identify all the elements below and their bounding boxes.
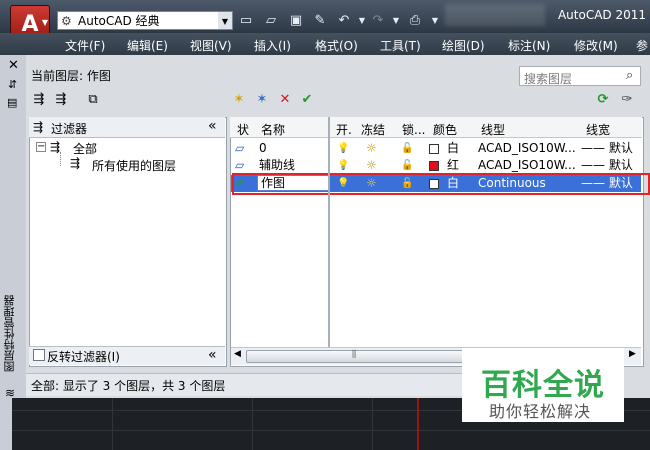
menu-tools[interactable]: 工具(T) [380,37,421,54]
col-freeze[interactable]: 冻结 [361,121,385,138]
color-swatch[interactable] [429,143,439,154]
layer-status-icon: ▱ [235,158,245,172]
unlock-icon[interactable]: 🔓 [401,157,413,174]
chevron-down-icon[interactable]: ▼ [426,12,444,29]
layer-states-icon[interactable]: ⧉ [84,91,102,108]
new-layer-vp-frozen-icon[interactable]: ✶ [253,91,271,108]
menu-format[interactable]: 格式(O) [315,37,358,54]
col-linetype[interactable]: 线型 [481,121,505,138]
col-name[interactable]: 名称 [261,121,285,138]
chevron-down-icon[interactable]: ▼ [387,12,405,29]
unlock-icon[interactable]: 🔓 [401,140,413,157]
search-icon: ⌕ [626,68,634,83]
layer-status-icon: ▱ [235,141,245,155]
save-as-icon[interactable]: ✎ [311,12,329,29]
tree-item-all[interactable]: 全部 [73,140,97,157]
sun-icon[interactable]: ☼ [366,157,377,174]
col-lineweight[interactable]: 线宽 [586,121,610,138]
column-divider[interactable] [328,117,330,365]
layer-color-name[interactable]: 白 [447,140,459,157]
gear-icon: ⚙ [61,14,72,28]
color-swatch[interactable] [429,160,439,171]
highlight-outline [232,173,650,195]
palette-title: 图层特性管理器 [3,295,16,372]
tree-connector [60,152,62,166]
search-layers-input[interactable]: 搜索图层 ⌕ [519,66,641,86]
menu-draw[interactable]: 绘图(D) [442,37,485,54]
workspace-value: AutoCAD 经典 [78,14,160,28]
undo-icon[interactable]: ↶ [335,12,353,29]
col-color[interactable]: 颜色 [433,121,457,138]
collapse-icon[interactable]: « [208,118,217,134]
menu-insert[interactable]: 插入(I) [254,37,291,54]
layer-color-name[interactable]: 红 [447,157,459,174]
layer-name[interactable]: 0 [259,140,267,157]
menu-view[interactable]: 视图(V) [190,37,232,54]
filter-used-icon: ⇶ [70,156,81,170]
sun-icon[interactable]: ☼ [366,140,377,157]
watermark-subtitle: 助你轻松解决 [489,402,592,421]
layer-lineweight[interactable]: —— 默认 [581,157,633,174]
layer-lineweight[interactable]: —— 默认 [581,140,633,157]
new-property-filter-icon[interactable]: ⇶ [30,91,48,108]
status-text: 全部: 显示了 3 个图层，共 3 个图层 [31,379,226,393]
bulb-icon[interactable]: 💡 [337,157,349,174]
col-lock[interactable]: 锁... [402,121,425,138]
menu-file[interactable]: 文件(F) [65,37,105,54]
auto-hide-icon[interactable]: ⇵ [8,78,17,91]
layer-row[interactable]: ▱ 辅助线 💡 ☼ 🔓 红 ACAD_ISO10W... —— 默认 [231,157,641,174]
blurred-region [445,4,545,26]
new-layer-icon[interactable]: ✶ [230,91,248,108]
layer-row[interactable]: ▱ 0 💡 ☼ 🔓 白 ACAD_ISO10W... —— 默认 [231,140,641,157]
filter-header-label: 过滤器 [51,122,88,136]
menu-dimension[interactable]: 标注(N) [508,37,550,54]
print-icon[interactable]: ⎙ [406,12,424,29]
menu-modify[interactable]: 修改(M) [574,37,618,54]
invert-filter-label: 反转过滤器(I) [47,350,120,364]
tree-expander-icon[interactable]: − [36,142,46,152]
search-placeholder: 搜索图层 [524,72,573,86]
current-layer-label: 当前图层: 作图 [31,69,111,83]
refresh-icon[interactable]: ⟳ [594,91,612,108]
new-file-icon[interactable]: ▭ [237,12,255,29]
settings-wrench-icon[interactable]: ✑ [618,91,636,108]
set-current-icon[interactable]: ✔ [298,91,316,108]
new-group-filter-icon[interactable]: ⇶ [52,91,70,108]
workspace-select[interactable]: ⚙ AutoCAD 经典 ▼ [57,11,233,30]
open-folder-icon[interactable]: ▱ [262,12,280,29]
collapse-icon[interactable]: « [208,347,217,363]
filter-tree[interactable] [29,117,227,367]
layer-linetype[interactable]: ACAD_ISO10W... [478,157,576,174]
layer-linetype[interactable]: ACAD_ISO10W... [478,140,576,157]
bulb-icon[interactable]: 💡 [337,140,349,157]
invert-filter-checkbox[interactable] [33,349,45,361]
menu-parametric[interactable]: 参 [636,37,648,54]
scroll-right-icon[interactable]: ▶ [629,349,636,359]
app-title: AutoCAD 2011 [557,8,646,22]
filter-all-icon: ⇶ [50,140,61,154]
chevron-down-icon[interactable]: ▼ [218,12,232,29]
delete-layer-icon[interactable]: ✕ [276,91,294,108]
close-icon[interactable]: ✕ [8,58,19,73]
redo-icon[interactable]: ↷ [369,12,387,29]
layer-name[interactable]: 辅助线 [259,157,295,174]
properties-icon[interactable]: ▤ [7,96,17,109]
grip-icon: ⫼ [352,350,357,360]
scroll-left-icon[interactable]: ◀ [234,349,241,359]
save-icon[interactable]: ▣ [287,12,305,29]
col-status[interactable]: 状 [237,121,249,138]
menu-edit[interactable]: 编辑(E) [127,37,168,54]
filter-icon: ⇶ [33,120,44,134]
tree-item-used-layers[interactable]: 所有使用的图层 [92,157,176,174]
col-on[interactable]: 开. [336,121,352,138]
